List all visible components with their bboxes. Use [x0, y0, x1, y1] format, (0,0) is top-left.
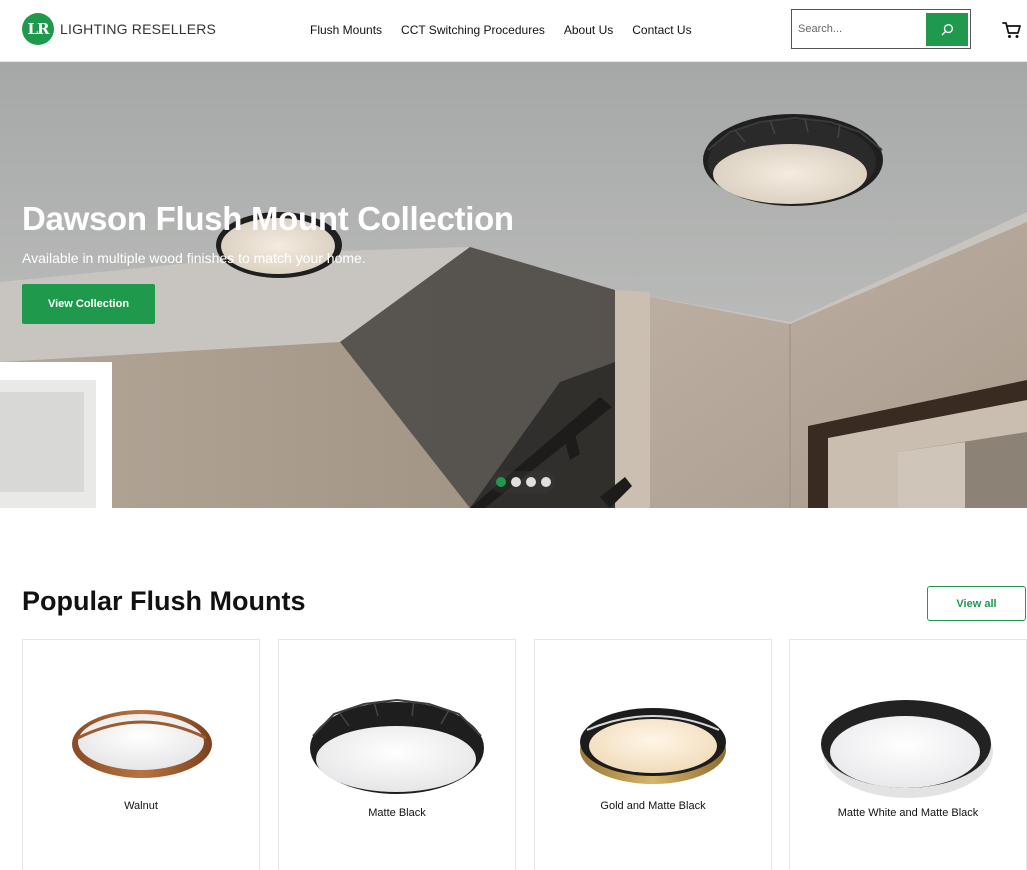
nav-flush-mounts[interactable]: Flush Mounts	[310, 23, 382, 37]
slider-dot-3[interactable]	[525, 477, 536, 487]
product-card-walnut[interactable]: Walnut	[22, 639, 260, 870]
hero-banner: Dawson Flush Mount Collection Available …	[0, 62, 1027, 508]
cart-icon[interactable]	[1002, 20, 1022, 40]
product-image	[310, 698, 484, 794]
section-title: Popular Flush Mounts	[22, 586, 306, 616]
search-input[interactable]	[794, 12, 924, 46]
hero-title: Dawson Flush Mount Collection	[22, 200, 514, 237]
view-all-button[interactable]: View all	[927, 586, 1026, 621]
logo-text: LIGHTING RESELLERS	[60, 21, 217, 37]
site-header: LR LIGHTING RESELLERS Flush Mounts CCT S…	[0, 0, 1027, 62]
slider-dot-1[interactable]	[495, 477, 506, 487]
product-label: Gold and Matte Black	[600, 800, 706, 812]
product-label: Walnut	[124, 800, 158, 812]
product-image	[580, 708, 726, 784]
product-card-gold-matte-black[interactable]: Gold and Matte Black	[534, 639, 772, 870]
product-card-matte-white-black[interactable]: Matte White and Matte Black	[789, 639, 1027, 870]
nav-contact-us[interactable]: Contact Us	[632, 23, 691, 37]
product-label: Matte White and Matte Black	[837, 807, 979, 819]
search-box	[791, 9, 971, 49]
slider-dot-4[interactable]	[540, 477, 551, 487]
slider-pagination	[491, 471, 555, 493]
main-nav: Flush Mounts CCT Switching Procedures Ab…	[310, 23, 711, 37]
nav-cct-switching[interactable]: CCT Switching Procedures	[401, 23, 545, 37]
product-card-matte-black[interactable]: Matte Black	[278, 639, 516, 870]
product-label: Matte Black	[368, 807, 426, 819]
product-image	[72, 710, 212, 778]
logo-mark: LR	[22, 13, 54, 45]
nav-about-us[interactable]: About Us	[564, 23, 613, 37]
slider-dot-2[interactable]	[510, 477, 521, 487]
search-icon	[941, 23, 953, 36]
hero-subtitle: Available in multiple wood finishes to m…	[22, 250, 366, 266]
logo[interactable]: LR LIGHTING RESELLERS	[22, 13, 216, 45]
search-button[interactable]	[926, 13, 968, 46]
product-image	[821, 700, 993, 798]
view-collection-button[interactable]: View Collection	[22, 284, 155, 324]
